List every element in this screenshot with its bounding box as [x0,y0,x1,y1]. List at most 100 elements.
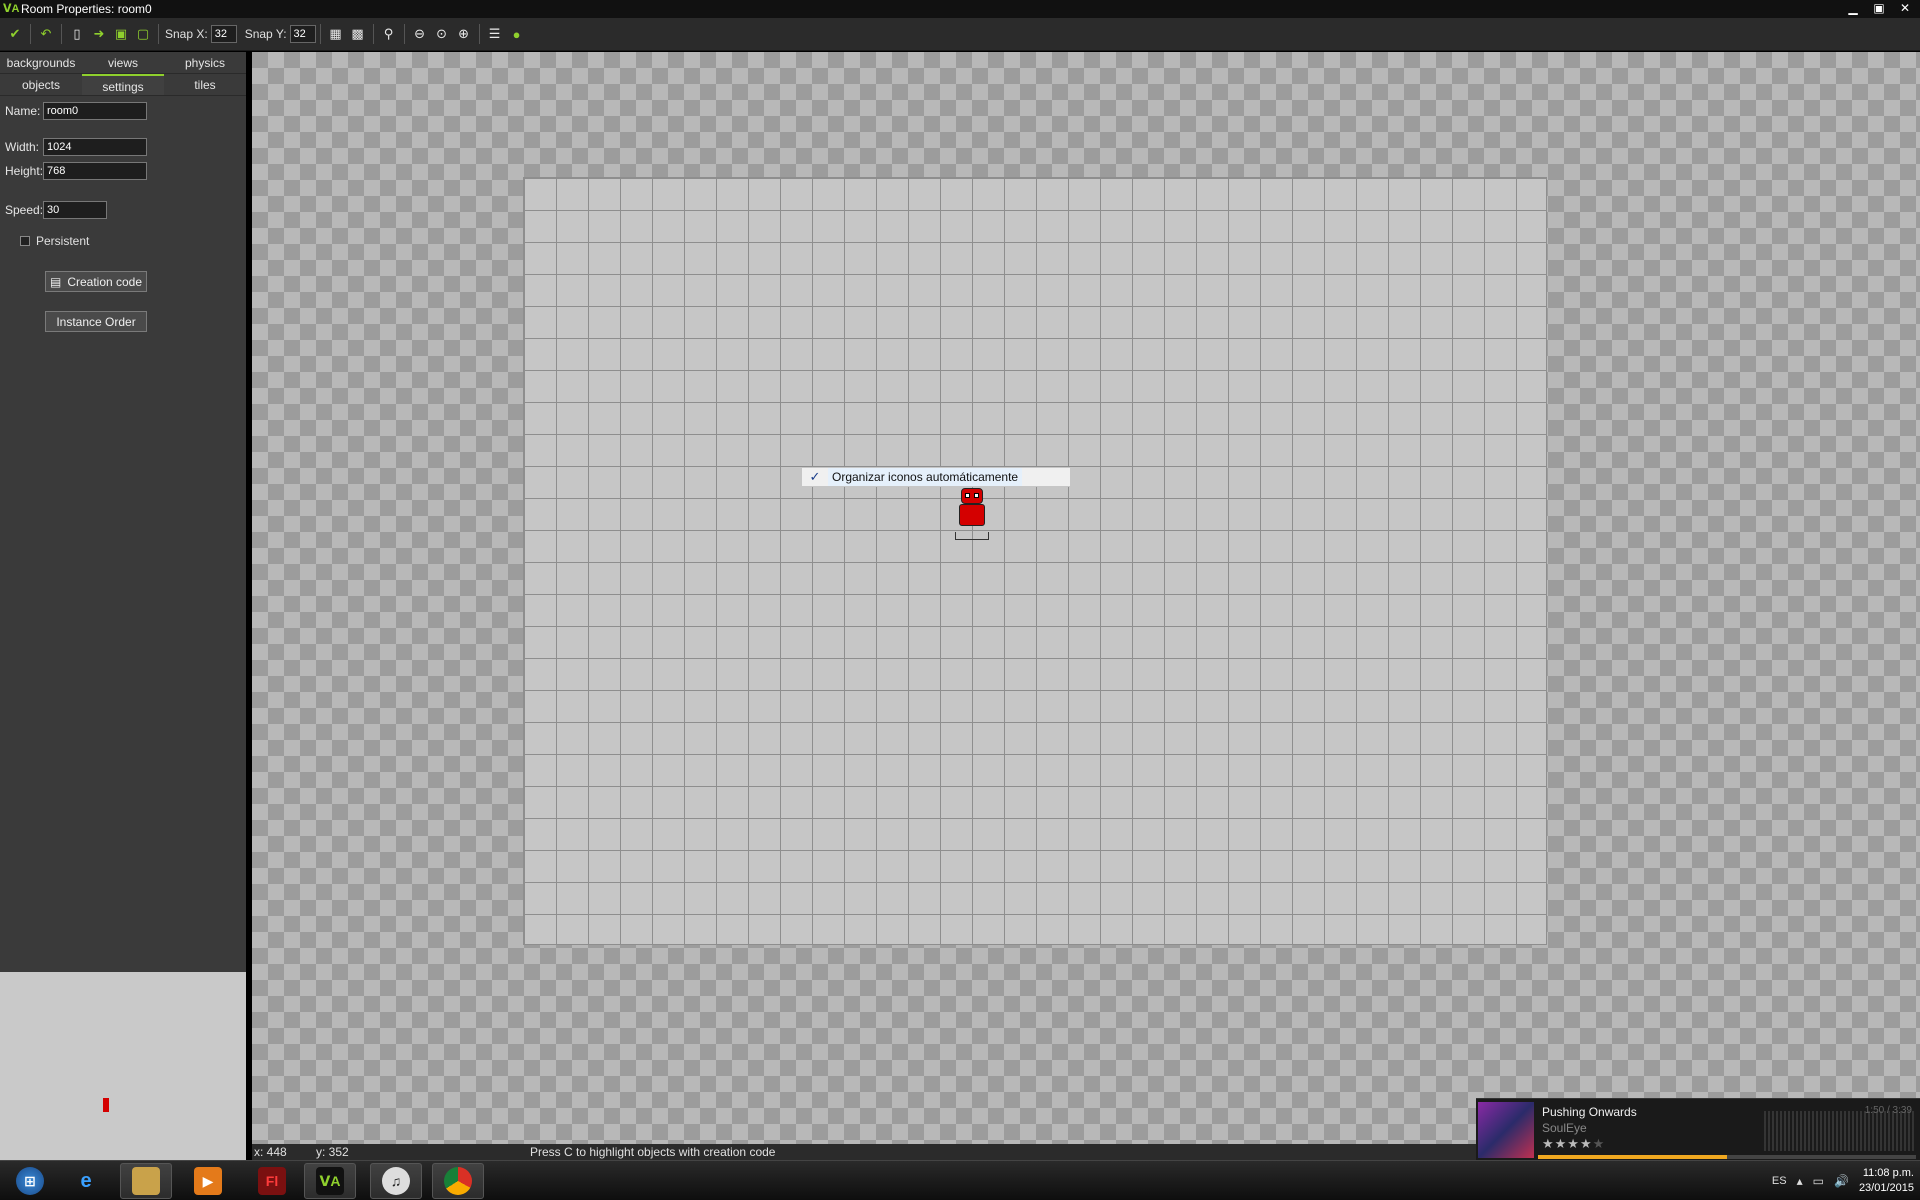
instance-eye [974,493,979,498]
player-instance[interactable] [955,488,989,540]
preview-instance [103,1098,109,1112]
audio-visualizer [1764,1111,1914,1151]
taskbar-gamemaker[interactable]: ᐯA [304,1163,356,1199]
taskbar-file-explorer[interactable] [120,1163,172,1199]
language-indicator[interactable]: ES [1772,1175,1787,1187]
toolbar-separator [30,24,31,44]
lock-icon[interactable]: ▣ [111,24,131,44]
tab-tiles[interactable]: tiles [164,74,246,96]
undo-icon[interactable]: ↶ [36,24,56,44]
speed-input[interactable] [43,201,107,219]
zoom-icon[interactable]: ⚲ [379,24,399,44]
toolbar-separator [372,24,374,44]
toolbar-separator [478,24,480,44]
instance-eye [965,493,970,498]
toolbar-separator [319,24,321,44]
taskbar-media-player[interactable]: ▶ [182,1163,234,1199]
instance-order-button[interactable]: Instance Order [45,311,147,332]
snap-y-label: Snap Y: [244,27,287,41]
song-progress-fill [1538,1155,1727,1159]
close-button[interactable]: ✕ [1896,1,1914,15]
itunes-icon: ♫ [382,1167,410,1195]
clock[interactable]: 11:08 p.m. 23/01/2015 [1859,1166,1914,1196]
album-art [1478,1102,1534,1158]
snap-x-label: Snap X: [165,27,208,41]
height-label: Height: [5,164,44,178]
song-artist: SoulEye [1542,1121,1587,1135]
persistent-checkbox-row[interactable]: Persistent [20,234,89,248]
status-x: x: 448 [254,1145,287,1159]
taskbar-internet-explorer[interactable]: e [60,1163,112,1199]
width-label: Width: [5,140,40,154]
zoom-in-icon[interactable]: ⊕ [454,24,474,44]
zoom-reset-icon[interactable]: ⊙ [432,24,452,44]
room-preview[interactable] [0,972,246,1162]
snap-y-input[interactable] [289,25,316,43]
status-y: y: 352 [316,1145,349,1159]
room-area[interactable] [523,177,1547,945]
show-hidden-icons[interactable]: ▴ [1797,1174,1803,1188]
auto-arrange-icons-item[interactable]: Organizar iconos automáticamente [828,468,1023,486]
checkmark-icon: ✓ [809,469,821,484]
chrome-icon [444,1167,472,1195]
snap-x-input[interactable] [210,25,237,43]
instance-order-label: Instance Order [56,314,136,329]
name-input[interactable] [43,102,147,120]
tab-objects[interactable]: objects [0,74,82,96]
height-input[interactable] [43,162,147,180]
zoom-out-icon[interactable]: ⊖ [410,24,430,44]
height-row: Height: [5,162,147,180]
ok-check-icon[interactable]: ✔ [5,24,25,44]
song-progress[interactable] [1538,1155,1916,1159]
tab-views[interactable]: views [82,52,164,74]
unlock-icon[interactable]: ▢ [133,24,153,44]
tab-settings[interactable]: settings [82,74,164,96]
maximize-button[interactable]: ▣ [1870,1,1888,15]
window-title: Room Properties: room0 [21,2,152,16]
list-icon[interactable]: ☰ [485,24,505,44]
toolbar-separator [403,24,405,44]
flash-icon: Fl [258,1167,286,1195]
creation-code-button[interactable]: ▤ Creation code [45,271,147,292]
help-icon[interactable]: ● [507,24,527,44]
gamemaker-icon: ᐯA [316,1167,344,1195]
internet-explorer-icon: e [80,1169,92,1192]
name-row: Name: [5,102,147,120]
taskbar-flash[interactable]: Fl [246,1163,298,1199]
instance-body [959,504,985,526]
song-title: Pushing Onwards [1542,1105,1637,1119]
folder-icon [132,1167,160,1195]
toolbar-separator [61,24,62,44]
tab-backgrounds[interactable]: backgrounds [0,52,82,74]
network-icon[interactable]: ▭ [1813,1174,1824,1188]
isometric-grid-icon[interactable]: ▩ [348,24,368,44]
tab-physics[interactable]: physics [164,52,246,74]
clear-room-icon[interactable]: ▯ [67,24,87,44]
clock-date: 23/01/2015 [1858,1182,1914,1194]
system-tray: ES ▴ ▭ 🔊 11:08 p.m. 23/01/2015 [1772,1165,1914,1197]
start-button[interactable]: ⊞ [4,1163,56,1199]
volume-icon[interactable]: 🔊 [1834,1174,1849,1188]
clock-time: 11:08 p.m. [1862,1167,1914,1179]
creation-code-label: Creation code [67,274,143,289]
rating-stars[interactable]: ★★★★★ [1542,1136,1605,1152]
now-playing-widget[interactable]: Pushing Onwards SoulEye ★★★★★ 1:50 / 3:3… [1476,1098,1920,1160]
status-hint: Press C to highlight objects with creati… [530,1145,776,1159]
persistent-label: Persistent [36,234,90,248]
width-input[interactable] [43,138,147,156]
toolbar-separator [158,24,159,44]
media-player-icon: ▶ [194,1167,222,1195]
width-row: Width: [5,138,147,156]
taskbar: ⊞ e ▶ Fl ᐯA ♫ ES ▴ ▭ 🔊 11:08 p.m. 23/01/… [0,1160,1920,1200]
persistent-checkbox[interactable] [20,236,30,246]
grid-toggle-icon[interactable]: ▦ [326,24,346,44]
taskbar-itunes[interactable]: ♫ [370,1163,422,1199]
gamemaker-icon: ᐯA [3,3,20,15]
room-toolbar: ✔ ↶ ▯ ➜ ▣ ▢ Snap X: Snap Y: ▦ ▩ ⚲ ⊖ ⊙ ⊕ … [0,18,1920,51]
selection-handles[interactable] [955,532,989,540]
room-editor-canvas[interactable]: ✓ Organizar iconos automáticamente [252,52,1920,1146]
properties-panel: backgrounds views physics objects settin… [0,52,246,1162]
minimize-button[interactable]: ▁ [1844,1,1862,15]
taskbar-chrome[interactable] [432,1163,484,1199]
shift-instances-icon[interactable]: ➜ [89,24,109,44]
